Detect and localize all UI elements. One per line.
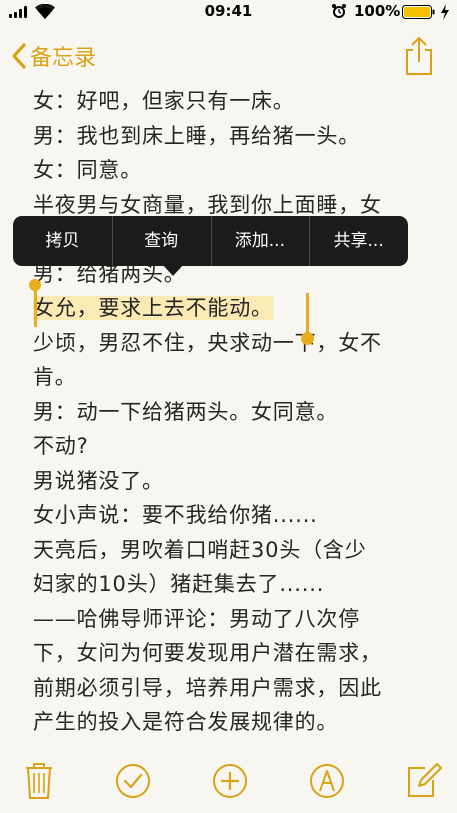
note-line: ——哈佛导师评论：男动了八次停 (33, 606, 360, 631)
edit-menu: 拷贝 查询 添加... 共享... (13, 216, 408, 266)
selection-end-handle[interactable] (301, 332, 314, 345)
note-line: 前期必须引导，培养用户需求，因此 (33, 675, 382, 700)
note-line: 女小声说：要不我给你猪...... (33, 503, 318, 527)
note-line: 产生的投入是符合发展规律的。 (33, 710, 339, 734)
add-icon[interactable] (209, 760, 251, 802)
charging-icon (441, 4, 449, 20)
back-button[interactable]: 备忘录 (10, 40, 96, 72)
add-button[interactable]: 添加... (210, 216, 310, 266)
back-label: 备忘录 (30, 46, 97, 71)
markup-icon[interactable] (306, 760, 348, 802)
share-menu-button[interactable]: 共享... (309, 216, 408, 266)
note-body[interactable]: 女：好吧，但家只有一床。 男：我也到床上睡，再给猪一头。 女：同意。 半夜男与女… (33, 84, 443, 740)
share-icon[interactable] (403, 36, 435, 76)
note-line: 少顷，男忍不住，央求动一下，女不 (33, 330, 382, 355)
trash-icon[interactable] (18, 760, 60, 802)
note-line: 男：动一下给猪两头。女同意。 (33, 399, 339, 424)
note-line: 男：我也到床上睡，再给猪一头。 (33, 123, 360, 148)
note-line: 肯。 (33, 365, 77, 389)
note-line: 下，女问为何要发现用户潜在需求， (33, 641, 382, 665)
note-line: 女：好吧，但家只有一床。 (33, 89, 295, 113)
note-line: 不动? (33, 434, 89, 458)
bottom-toolbar (0, 760, 457, 806)
lookup-button[interactable]: 查询 (111, 216, 211, 266)
note-line: 男说猪没了。 (33, 468, 164, 493)
note-line: 女：同意。 (33, 158, 142, 182)
navigation-bar: 备忘录 (0, 30, 457, 82)
selection-start-caret (34, 289, 37, 327)
battery-icon (402, 5, 435, 19)
battery-percent: 100% (354, 2, 401, 20)
checklist-icon[interactable] (112, 760, 154, 802)
note-line: 天亮后，男吹着口哨赶30头（含少 (33, 537, 367, 562)
copy-button[interactable]: 拷贝 (13, 216, 112, 266)
selected-text: 女允，要求上去不能动。 (33, 296, 273, 320)
alarm-icon (332, 4, 346, 18)
selection-end-caret (306, 293, 309, 334)
status-bar: 09:41 100% (0, 0, 457, 24)
note-line-selected: 女允，要求上去不能动。 (33, 291, 443, 326)
compose-icon[interactable] (403, 760, 445, 802)
note-line: 妇家的10头）猪赶集去了...... (33, 572, 325, 596)
edit-menu-arrow (162, 264, 184, 276)
chevron-left-icon (12, 43, 26, 69)
